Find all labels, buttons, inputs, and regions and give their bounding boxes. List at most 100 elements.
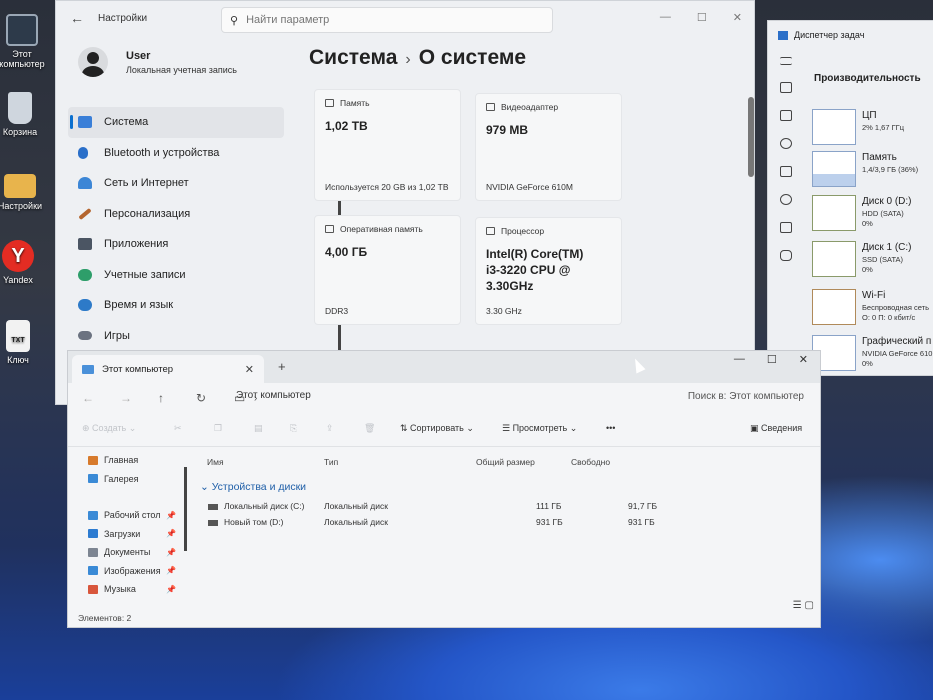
table-row[interactable]: Новый том (D:) Локальный диск 931 ГБ 931… xyxy=(208,517,668,531)
ram-card: Оперативная память 4,00 ГБ DDR3 xyxy=(314,215,461,325)
users-icon[interactable] xyxy=(780,194,792,205)
perf-item-gpu[interactable]: Графический п NVIDIA GeForce 610 0% xyxy=(812,335,933,379)
column-header-type[interactable]: Тип xyxy=(324,457,338,467)
forward-arrow-icon[interactable]: → xyxy=(120,391,158,405)
card-value: Intel(R) Core(TM) i3-3220 CPU @ 3.30GHz xyxy=(486,247,584,293)
yandex-browser-icon: Y xyxy=(2,240,34,272)
close-icon[interactable]: ✕ xyxy=(733,11,742,24)
address-path[interactable]: Этот компьютер xyxy=(236,390,311,401)
performance-icon[interactable] xyxy=(780,110,792,121)
cut-icon[interactable]: ✂ xyxy=(174,423,182,434)
bluetooth-icon xyxy=(78,146,88,159)
maximize-icon[interactable]: ☐ xyxy=(697,11,707,24)
nav-item-accounts[interactable]: Учетные записи xyxy=(68,260,284,291)
rename-icon[interactable]: ⎘ xyxy=(290,423,297,434)
perf-item-cpu[interactable]: ЦП 2% 1,67 ГГц xyxy=(812,109,933,153)
view-toggle[interactable]: ☰ ▢ xyxy=(793,600,814,611)
desktop-icon-label: Корзина xyxy=(2,127,38,137)
gamepad-icon xyxy=(78,331,92,341)
breadcrumb-parent[interactable]: Система xyxy=(309,46,397,69)
explorer-search-input[interactable]: Поиск в: Этот компьютер xyxy=(688,391,804,402)
pin-icon[interactable]: 📌 xyxy=(166,529,176,538)
pin-icon[interactable]: 📌 xyxy=(166,566,176,575)
nav-item-label: Bluetooth и устройства xyxy=(104,146,220,159)
create-button[interactable]: ⊕ Создать ⌄ xyxy=(82,423,136,434)
sort-button[interactable]: ⇅ Сортировать ⌄ xyxy=(400,423,474,434)
gpu-icon xyxy=(486,103,495,111)
card-foot: Используется 20 GB из 1,02 ТВ xyxy=(325,182,449,192)
desktop-icon-yandex[interactable]: Y Yandex xyxy=(0,240,48,285)
column-header-name[interactable]: Имя xyxy=(207,457,224,467)
nav-item-personalization[interactable]: Персонализация xyxy=(68,199,284,230)
maximize-icon[interactable]: ☐ xyxy=(767,353,777,366)
minimize-icon[interactable]: — xyxy=(734,353,745,366)
nav-item-network[interactable]: Сеть и Интернет xyxy=(68,168,284,199)
globe-clock-icon xyxy=(78,299,92,312)
wifi-icon xyxy=(78,177,92,190)
desktop-icon-settings-folder[interactable]: Настройки xyxy=(0,168,50,211)
pin-icon[interactable]: 📌 xyxy=(166,585,176,594)
ram-icon xyxy=(325,225,334,233)
music-icon xyxy=(88,584,98,594)
pin-icon[interactable]: 📌 xyxy=(166,511,176,520)
up-arrow-icon[interactable]: ↑ xyxy=(158,391,196,405)
content-scrollbar[interactable] xyxy=(748,97,754,177)
minimize-icon[interactable]: — xyxy=(660,11,671,24)
tab-close-icon[interactable]: ✕ xyxy=(245,363,254,376)
more-options-button[interactable]: ••• xyxy=(606,423,615,433)
perf-item-name: Wi-Fi xyxy=(862,290,886,301)
nav-item-label: Система xyxy=(104,116,149,129)
new-tab-icon[interactable]: + xyxy=(278,359,286,374)
column-header-free[interactable]: Свободно xyxy=(571,457,610,467)
desktop-icon-key-txt[interactable]: TXT Ключ xyxy=(0,320,48,365)
perf-item-memory[interactable]: Память 1,4/3,9 ГБ (36%) xyxy=(812,151,933,195)
refresh-icon[interactable]: ↻ xyxy=(196,391,234,405)
nav-item-time-language[interactable]: Время и язык xyxy=(68,290,284,321)
desktop-icon xyxy=(88,510,98,520)
startup-icon[interactable] xyxy=(780,166,792,177)
paste-icon[interactable]: ▤ xyxy=(254,423,263,434)
processes-icon[interactable] xyxy=(780,82,792,93)
copy-icon[interactable]: ❐ xyxy=(214,423,222,434)
nav-item-documents[interactable]: Документы 📌 xyxy=(68,543,184,562)
pin-icon[interactable]: 📌 xyxy=(166,548,176,557)
explorer-tab[interactable]: Этот компьютер ✕ xyxy=(72,355,264,383)
services-icon[interactable] xyxy=(780,250,792,261)
nav-item-home[interactable]: Главная xyxy=(68,451,184,470)
nav-item-label: Учетные записи xyxy=(104,268,186,281)
settings-search-input[interactable] xyxy=(246,14,527,26)
column-header-total[interactable]: Общий размер xyxy=(476,457,535,467)
nav-item-gallery[interactable]: Галерея xyxy=(68,470,184,489)
nav-item-pictures[interactable]: Изображения 📌 xyxy=(68,562,184,581)
perf-item-wifi[interactable]: Wi-Fi Беспроводная сеть О: 0 П: 0 кбит/с xyxy=(812,289,933,333)
task-manager-window: Диспетчер задач Производительность ЦП 2%… xyxy=(767,20,933,376)
table-row[interactable]: Локальный диск (C:) Локальный диск 111 Г… xyxy=(208,501,668,515)
share-icon[interactable]: ⇪ xyxy=(326,423,334,434)
nav-item-system[interactable]: Система xyxy=(68,107,284,138)
details-icon[interactable] xyxy=(780,222,792,233)
nav-item-gaming[interactable]: Игры xyxy=(68,321,284,352)
desktop-icon-recycle-bin[interactable]: Корзина xyxy=(0,92,50,137)
perf-item-disk1[interactable]: Диск 1 (C:) SSD (SATA) 0% xyxy=(812,241,933,285)
desktop-icon-this-pc[interactable]: Этот компьютер xyxy=(0,14,52,69)
disk1-graph xyxy=(812,241,856,277)
group-header[interactable]: ⌄ Устройства и диски xyxy=(200,481,306,493)
back-arrow-icon[interactable]: ← xyxy=(70,10,92,26)
perf-item-name: Память xyxy=(862,152,897,163)
history-icon[interactable] xyxy=(780,138,792,149)
nav-item-bluetooth[interactable]: Bluetooth и устройства xyxy=(68,138,284,169)
delete-icon[interactable]: 🗑 xyxy=(364,423,375,434)
perf-item-disk0[interactable]: Диск 0 (D:) HDD (SATA) 0% xyxy=(812,195,933,239)
details-button[interactable]: ▣ Сведения xyxy=(750,423,802,434)
nav-item-downloads[interactable]: Загрузки 📌 xyxy=(68,525,184,544)
close-icon[interactable]: ✕ xyxy=(799,353,808,366)
settings-search-box[interactable]: ⚲ xyxy=(221,7,553,33)
nav-item-music[interactable]: Музыка 📌 xyxy=(68,580,184,599)
view-button[interactable]: ☰ Просмотреть ⌄ xyxy=(502,423,577,434)
back-arrow-icon[interactable]: ← xyxy=(82,391,120,405)
user-profile[interactable]: User Локальная учетная запись xyxy=(78,47,237,77)
nav-pane-scrollbar[interactable] xyxy=(184,467,187,551)
nav-item-apps[interactable]: Приложения xyxy=(68,229,284,260)
nav-item-desktop[interactable]: Рабочий стол 📌 xyxy=(68,506,184,525)
menu-icon[interactable] xyxy=(780,57,792,65)
